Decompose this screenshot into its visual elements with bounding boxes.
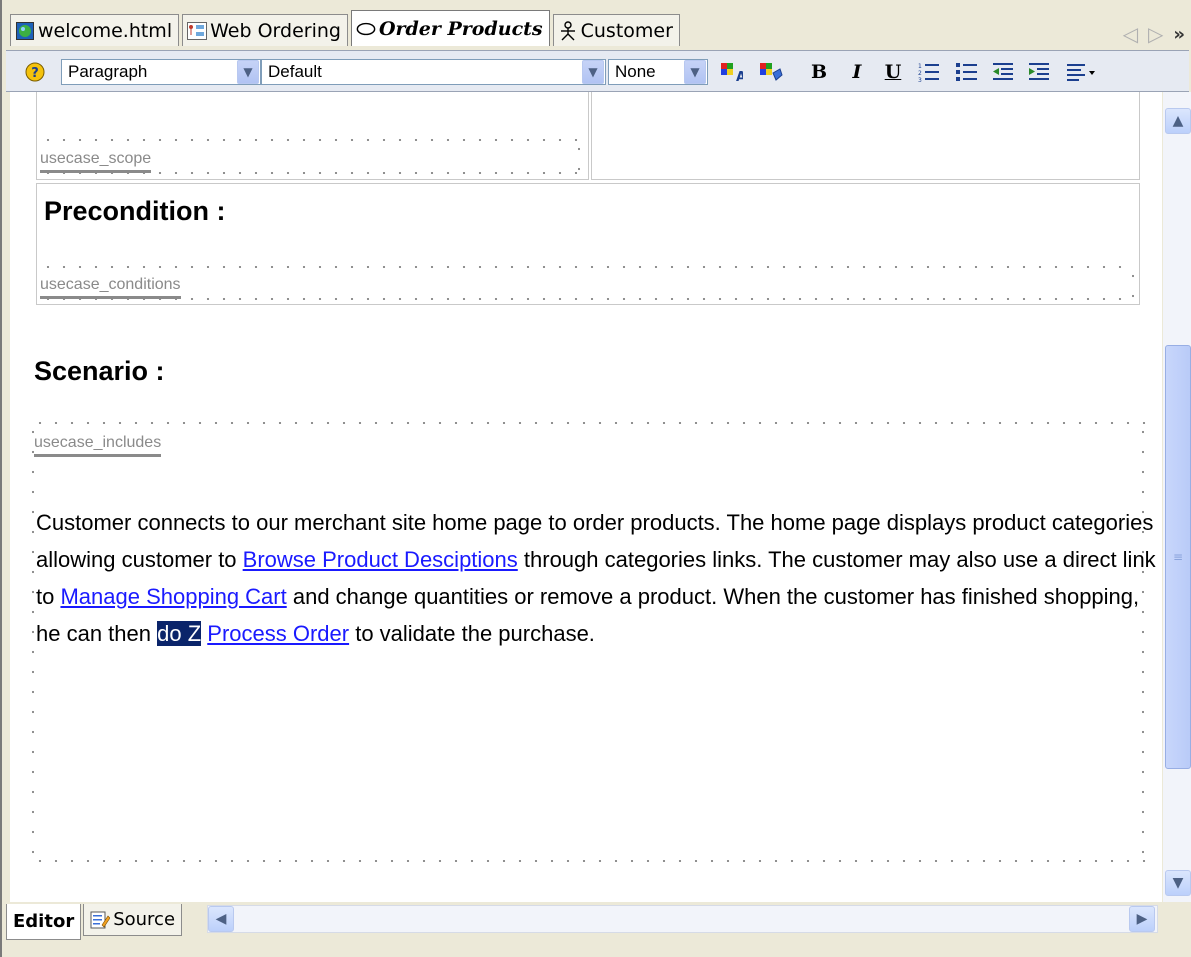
background-color-icon[interactable]: [758, 60, 784, 84]
svg-text:2: 2: [918, 70, 922, 77]
tab-label: welcome.html: [38, 19, 173, 42]
scope-side-cell: [591, 92, 1140, 180]
help-icon[interactable]: ?: [22, 60, 48, 84]
tab-order-products[interactable]: Order Products: [350, 10, 550, 46]
document-tab-strip: welcome.html Web Ordering Order Products…: [10, 10, 1191, 46]
tab-overflow-icon[interactable]: »: [1173, 24, 1185, 45]
bold-button[interactable]: B: [806, 60, 832, 84]
scenario-text-part: to validate the purchase.: [349, 621, 595, 646]
manage-shopping-cart-link[interactable]: Manage Shopping Cart: [60, 584, 286, 609]
font-family-select[interactable]: Default ▼: [261, 59, 606, 85]
svg-text:?: ?: [31, 66, 39, 81]
usecase-oval-icon: [356, 19, 376, 39]
usecase-includes-tag[interactable]: usecase_includes: [34, 434, 162, 457]
chevron-down-icon[interactable]: ▼: [582, 60, 604, 84]
tab-source[interactable]: Source: [83, 904, 183, 936]
paragraph-style-value: Paragraph: [68, 62, 148, 81]
scroll-left-icon[interactable]: ◀: [208, 906, 234, 932]
svg-text:1: 1: [918, 63, 922, 70]
dotted-divider: [32, 422, 34, 862]
selected-text[interactable]: do Z: [157, 621, 202, 646]
dotted-divider: [32, 860, 1146, 862]
globe-icon: [15, 21, 35, 41]
tab-label: Customer: [580, 19, 673, 42]
svg-text:3: 3: [918, 77, 922, 83]
tab-label: Editor: [13, 911, 75, 932]
numbered-list-icon[interactable]: 123: [916, 60, 942, 84]
tab-scroll-left-icon[interactable]: ◁: [1123, 22, 1138, 46]
font-size-value: None: [615, 62, 656, 81]
source-edit-icon: [90, 911, 111, 929]
tab-welcome-html[interactable]: welcome.html: [10, 14, 180, 46]
chevron-down-icon[interactable]: ▼: [237, 60, 259, 84]
browse-product-descriptions-link[interactable]: Browse Product Desciptions: [243, 547, 518, 572]
paragraph-style-select[interactable]: Paragraph ▼: [61, 59, 261, 85]
dotted-divider: [40, 298, 1134, 300]
dotted-divider: [578, 139, 580, 175]
scenario-text[interactable]: Customer connects to our merchant site h…: [36, 504, 1156, 652]
tab-customer[interactable]: Customer: [552, 14, 680, 46]
text-color-icon[interactable]: A: [718, 60, 744, 84]
editor-window: welcome.html Web Ordering Order Products…: [0, 0, 1191, 957]
precondition-heading: Precondition :: [44, 196, 226, 226]
scroll-up-icon[interactable]: ▲: [1165, 108, 1191, 134]
diagram-icon: [187, 21, 208, 41]
chevron-down-icon[interactable]: ▼: [684, 60, 706, 84]
tab-navigation: ◁ ▷ »: [1123, 22, 1185, 46]
tab-label: Web Ordering: [210, 19, 341, 42]
tab-web-ordering[interactable]: Web Ordering: [182, 14, 348, 46]
dotted-divider: [40, 266, 1134, 268]
scrollbar-thumb[interactable]: ≡: [1165, 345, 1191, 769]
actor-icon: [558, 20, 578, 41]
process-order-link[interactable]: Process Order: [207, 621, 349, 646]
tab-label: Source: [113, 909, 176, 930]
tab-label: Order Products: [378, 17, 543, 40]
bullet-list-icon[interactable]: [954, 60, 980, 84]
horizontal-scrollbar[interactable]: ◀ ▶: [207, 905, 1158, 933]
scenario-heading: Scenario :: [34, 356, 165, 386]
tab-scroll-right-icon[interactable]: ▷: [1148, 22, 1163, 46]
underline-button[interactable]: U: [880, 60, 906, 84]
scroll-down-icon[interactable]: ▼: [1165, 870, 1191, 896]
italic-button[interactable]: I: [844, 60, 870, 84]
indent-icon[interactable]: [1026, 60, 1052, 84]
dotted-divider: [32, 422, 1146, 424]
scroll-right-icon[interactable]: ▶: [1129, 906, 1155, 932]
outdent-icon[interactable]: [990, 60, 1016, 84]
usecase-conditions-tag[interactable]: usecase_conditions: [40, 276, 181, 299]
usecase-scope-tag[interactable]: usecase_scope: [40, 150, 152, 173]
dotted-divider: [40, 139, 583, 141]
dotted-divider: [1132, 266, 1134, 302]
wysiwyg-editor[interactable]: usecase_scope Precondition : usecase_con…: [10, 92, 1162, 902]
format-toolbar: ? Paragraph ▼ Default ▼ None ▼ A B I U 1…: [6, 50, 1189, 92]
vertical-scrollbar[interactable]: ▲ ≡ ▼: [1163, 92, 1191, 902]
font-size-select[interactable]: None ▼: [608, 59, 708, 85]
font-family-value: Default: [268, 62, 322, 81]
svg-text:A: A: [736, 70, 743, 83]
align-menu-icon[interactable]: [1064, 60, 1100, 84]
tab-editor[interactable]: Editor: [6, 904, 82, 940]
